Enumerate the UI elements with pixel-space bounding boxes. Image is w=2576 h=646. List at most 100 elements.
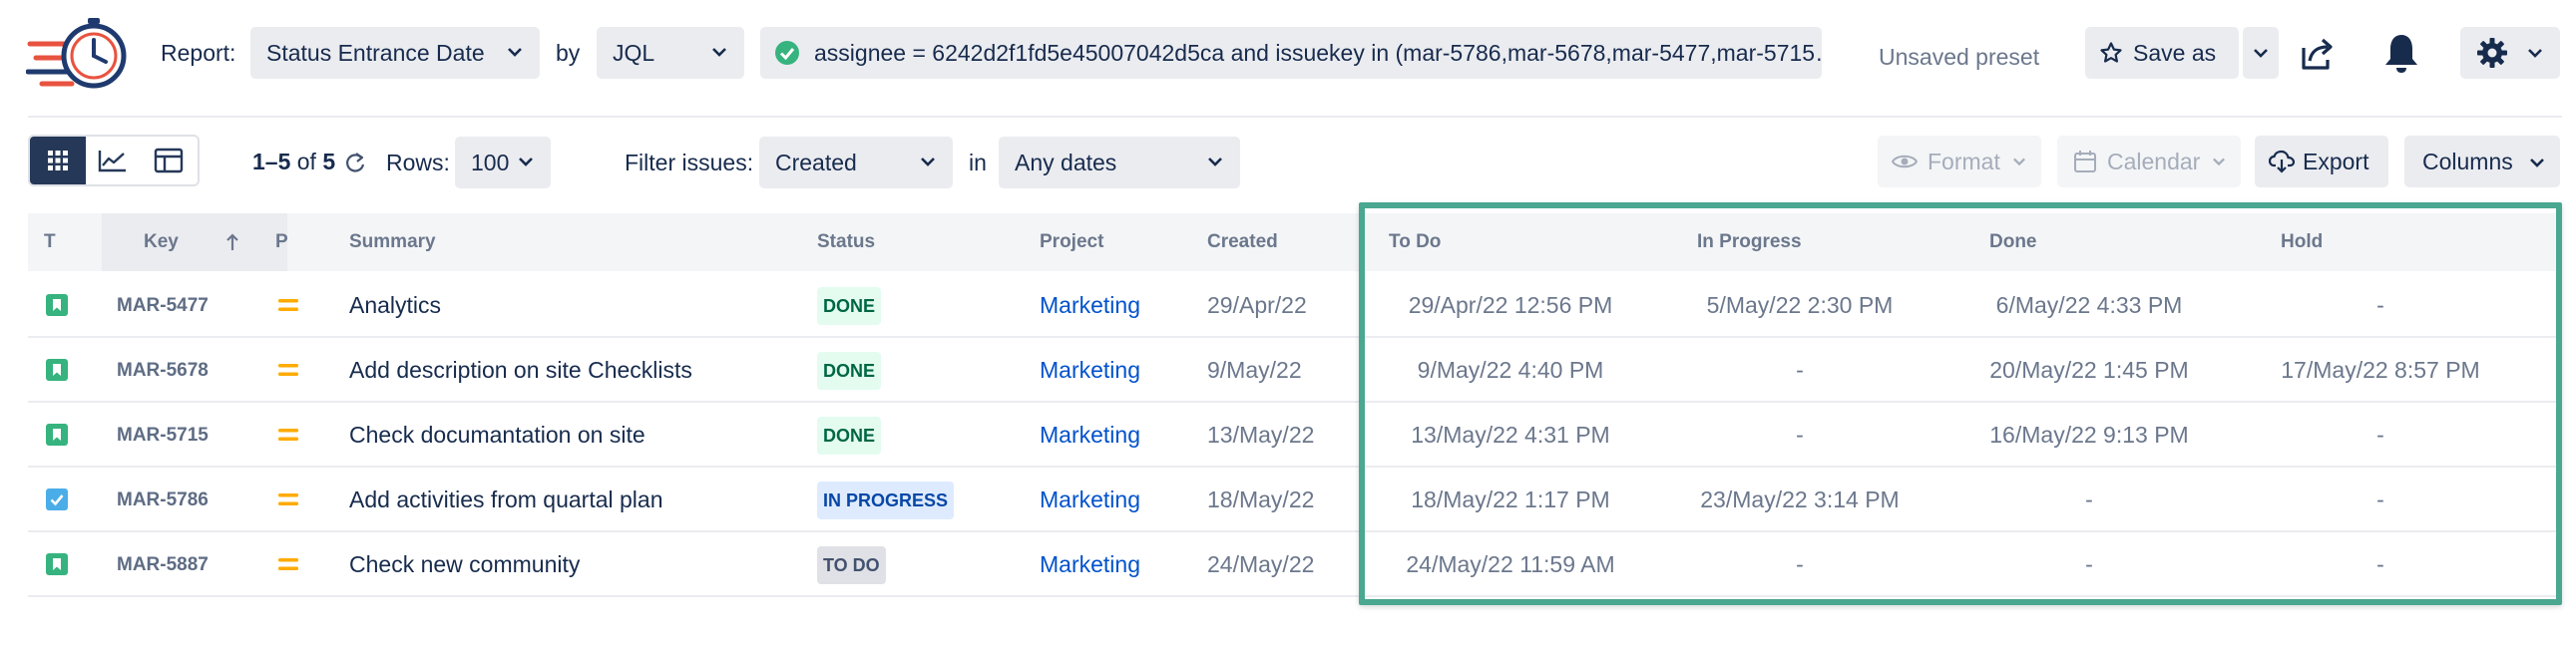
report-select-value: Status Entrance Date [266,40,485,66]
save-as-button[interactable]: Save as [2085,27,2239,79]
col-header-summary[interactable]: Summary [349,213,436,271]
layout-view-button[interactable] [142,137,198,184]
todo-date: 24/May/22 11:59 AM [1406,551,1615,577]
settings-button[interactable] [2460,27,2560,79]
project-link[interactable]: Marketing [1040,532,1140,597]
by-select-value: JQL [613,40,655,66]
report-select[interactable]: Status Entrance Date [250,27,540,79]
table-row[interactable]: MAR-5887 Check new community TO DO Marke… [28,532,2562,597]
hold-date: - [2376,551,2384,577]
export-label: Export [2303,149,2369,174]
col-header-todo[interactable]: To Do [1389,213,1441,271]
issue-key[interactable]: MAR-5678 [117,338,209,403]
chevron-down-icon [1208,158,1222,166]
table-row[interactable]: MAR-5786 Add activities from quartal pla… [28,468,2562,532]
col-header-priority[interactable]: P [275,213,288,271]
rows-select-value: 100 [471,150,510,175]
col-header-key-label: Key [144,231,179,252]
save-options-button[interactable] [2243,27,2279,79]
chevron-down-icon [2213,158,2225,166]
count-total: 5 [322,149,336,174]
project-link[interactable]: Marketing [1040,338,1140,403]
issue-key[interactable]: MAR-5715 [117,403,209,468]
issue-key[interactable]: MAR-5786 [117,468,209,532]
calendar-button[interactable]: Calendar [2057,136,2241,187]
project-link[interactable]: Marketing [1040,468,1140,532]
layout-view-icon [154,148,184,173]
col-header-project[interactable]: Project [1040,213,1103,271]
bell-icon[interactable] [2382,32,2420,74]
col-header-status[interactable]: Status [817,213,875,271]
status-badge: TO DO [817,532,886,597]
unsaved-preset-label: Unsaved preset [1879,44,2040,70]
format-label: Format [1928,149,2000,174]
filter-field-select[interactable]: Created [759,137,953,188]
chart-view-button[interactable] [86,137,142,184]
created-date: 9/May/22 [1207,357,1302,383]
date-range-select[interactable]: Any dates [999,137,1240,188]
done-date: - [2085,486,2093,512]
inprogress-date: 23/May/22 3:14 PM [1700,486,1900,512]
done-date: 6/May/22 4:33 PM [1995,292,2183,318]
chevron-down-icon [2254,49,2268,58]
priority-medium-icon [278,429,298,441]
chart-view-icon [98,151,126,172]
story-icon [46,294,68,316]
chevron-down-icon [921,158,935,166]
issue-key[interactable]: MAR-5887 [117,532,209,597]
col-header-key[interactable]: Key [102,213,287,271]
count-of: of [296,149,316,174]
status-badge-label: IN PROGRESS [817,481,955,519]
created-date: 18/May/22 [1207,486,1315,512]
created-date: 13/May/22 [1207,422,1315,448]
hold-date: - [2376,422,2384,448]
rows-label: Rows: [386,150,450,175]
status-badge: DONE [817,403,882,468]
count-range: 1–5 [252,149,291,174]
created-date: 24/May/22 [1207,551,1315,577]
issue-summary[interactable]: Add activities from quartal plan [349,468,663,532]
refresh-icon[interactable] [344,151,366,174]
calendar-icon [2074,151,2096,172]
eye-icon [1892,155,1918,168]
col-header-inprogress[interactable]: In Progress [1697,213,1802,271]
rows-select[interactable]: 100 [455,137,551,188]
hold-date: - [2376,486,2384,512]
share-icon[interactable] [2298,34,2338,74]
by-label: by [556,40,581,66]
columns-button[interactable]: Columns [2404,136,2560,187]
top-bar: Report: Status Entrance Date by JQL assi… [0,0,2576,108]
table-row[interactable]: MAR-5715 Check documantation on site DON… [28,403,2562,468]
issue-summary[interactable]: Check new community [349,532,580,597]
save-as-label: Save as [2133,40,2217,66]
todo-date: 29/Apr/22 12:56 PM [1408,292,1613,318]
issue-summary[interactable]: Analytics [349,273,441,338]
col-header-done[interactable]: Done [1989,213,2037,271]
date-range-value: Any dates [1015,150,1117,175]
issue-summary[interactable]: Add description on site Checklists [349,338,692,403]
hold-date: - [2376,292,2384,318]
status-badge-label: TO DO [817,545,886,584]
done-date: 20/May/22 1:45 PM [1989,357,2189,383]
by-select[interactable]: JQL [597,27,744,79]
issue-key[interactable]: MAR-5477 [117,273,209,338]
inprogress-date: - [1796,357,1804,383]
task-checkbox-icon [46,488,68,510]
col-header-created[interactable]: Created [1207,213,1278,271]
col-header-hold[interactable]: Hold [2281,213,2323,271]
project-link[interactable]: Marketing [1040,403,1140,468]
status-badge-label: DONE [817,351,882,390]
col-header-type[interactable]: T [44,213,56,271]
export-button[interactable]: Export [2255,136,2388,187]
priority-medium-icon [278,299,298,311]
jql-query-input[interactable]: assignee = 6242d2f1fd5e45007042d5ca and … [760,27,1822,79]
filter-issues-label: Filter issues: [625,150,754,175]
table-row[interactable]: MAR-5477 Analytics DONE Marketing 29/Apr… [28,273,2562,338]
format-button[interactable]: Format [1878,136,2041,187]
issue-summary[interactable]: Check documantation on site [349,403,645,468]
project-link[interactable]: Marketing [1040,273,1140,338]
priority-medium-icon [278,558,298,570]
columns-label: Columns [2422,149,2513,174]
table-row[interactable]: MAR-5678 Add description on site Checkli… [28,338,2562,403]
grid-view-button[interactable] [30,137,86,184]
